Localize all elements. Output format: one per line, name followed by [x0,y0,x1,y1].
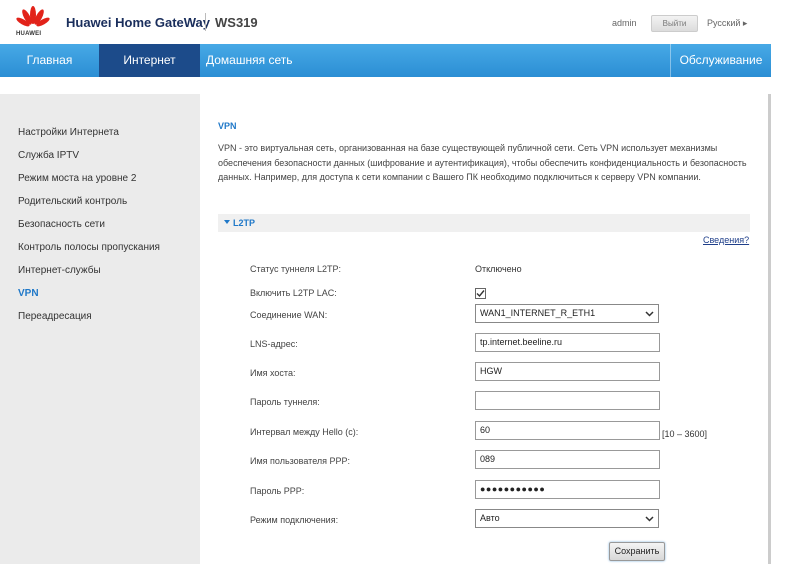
device-model: WS319 [215,15,258,30]
nav-internet[interactable]: Интернет [99,44,200,77]
sidebar-item-iptv[interactable]: Служба IPTV [18,150,79,161]
header-divider [205,13,206,31]
collapse-triangle-icon [224,220,230,224]
ppp-password-input[interactable]: ●●●●●●●●●●● [475,480,660,499]
page-title: VPN [218,121,237,131]
hello-interval-label: Интервал между Hello (с): [250,427,359,437]
lns-address-label: LNS-адрес: [250,339,298,349]
hostname-label: Имя хоста: [250,368,296,378]
wan-connection-value: WAN1_INTERNET_R_ETH1 [480,308,596,318]
ppp-username-label: Имя пользователя PPP: [250,456,351,466]
scrollbar[interactable] [768,94,771,564]
brand-title: Huawei Home GateWay [66,15,211,30]
chevron-down-icon [645,516,654,522]
chevron-down-icon [645,311,654,317]
connection-mode-label: Режим подключения: [250,515,339,525]
logo-text: HUAWEI [16,31,42,37]
main-content: VPN VPN - это виртуальная сеть, организо… [200,94,768,564]
sidebar-item-bridge[interactable]: Режим моста на уровне 2 [18,173,136,184]
tunnel-password-label: Пароль туннеля: [250,397,320,407]
hello-interval-range: [10 – 3600] [662,429,708,439]
language-selector[interactable]: Русский ▸ [707,18,747,29]
page-description: VPN - это виртуальная сеть, организованн… [218,143,747,182]
connection-mode-select[interactable]: Авто [475,509,659,528]
connection-mode-value: Авто [480,513,500,523]
sidebar-item-vpn[interactable]: VPN [18,288,39,299]
details-link[interactable]: Сведения? [703,235,749,245]
wan-connection-select[interactable]: WAN1_INTERNET_R_ETH1 [475,304,659,323]
wan-connection-label: Соединение WAN: [250,310,328,320]
nav-home-network[interactable]: Домашняя сеть [200,44,330,77]
sidebar-item-internet-services[interactable]: Интернет-службы [18,265,101,276]
nav-maintenance[interactable]: Обслуживание [670,44,771,77]
tunnel-status-label: Статус туннеля L2TP: [250,264,341,274]
sidebar-item-internet-settings[interactable]: Настройки Интернета [18,127,119,138]
ppp-username-input[interactable]: 089 [475,450,660,469]
tunnel-status-value: Отключено [475,264,522,274]
hostname-input[interactable]: HGW [475,362,660,381]
sidebar-item-security[interactable]: Безопасность сети [18,219,105,230]
save-button[interactable]: Сохранить [609,542,665,561]
enable-lac-checkbox[interactable] [475,288,486,299]
sidebar-item-parental[interactable]: Родительский контроль [18,196,127,207]
checkmark-icon [476,290,485,298]
sidebar-item-bandwidth[interactable]: Контроль полосы пропускания [18,242,160,253]
header: HUAWEI Huawei Home GateWay WS319 admin В… [0,0,800,44]
main-nav: Главная Интернет Домашняя сеть Обслужива… [0,44,771,77]
nav-home[interactable]: Главная [0,44,99,77]
l2tp-section-header[interactable]: L2TP [218,214,750,232]
tunnel-password-input[interactable] [475,391,660,410]
ppp-password-label: Пароль PPP: [250,486,305,496]
username: admin [612,18,637,28]
sidebar: Настройки Интернета Служба IPTV Режим мо… [0,94,200,564]
enable-lac-label: Включить L2TP LAC: [250,288,337,298]
hello-interval-input[interactable]: 60 [475,421,660,440]
lns-address-input[interactable]: tp.internet.beeline.ru [475,333,660,352]
logout-button[interactable]: Выйти [651,15,698,32]
sidebar-item-forwarding[interactable]: Переадресация [18,311,92,322]
section-title: L2TP [233,218,256,228]
